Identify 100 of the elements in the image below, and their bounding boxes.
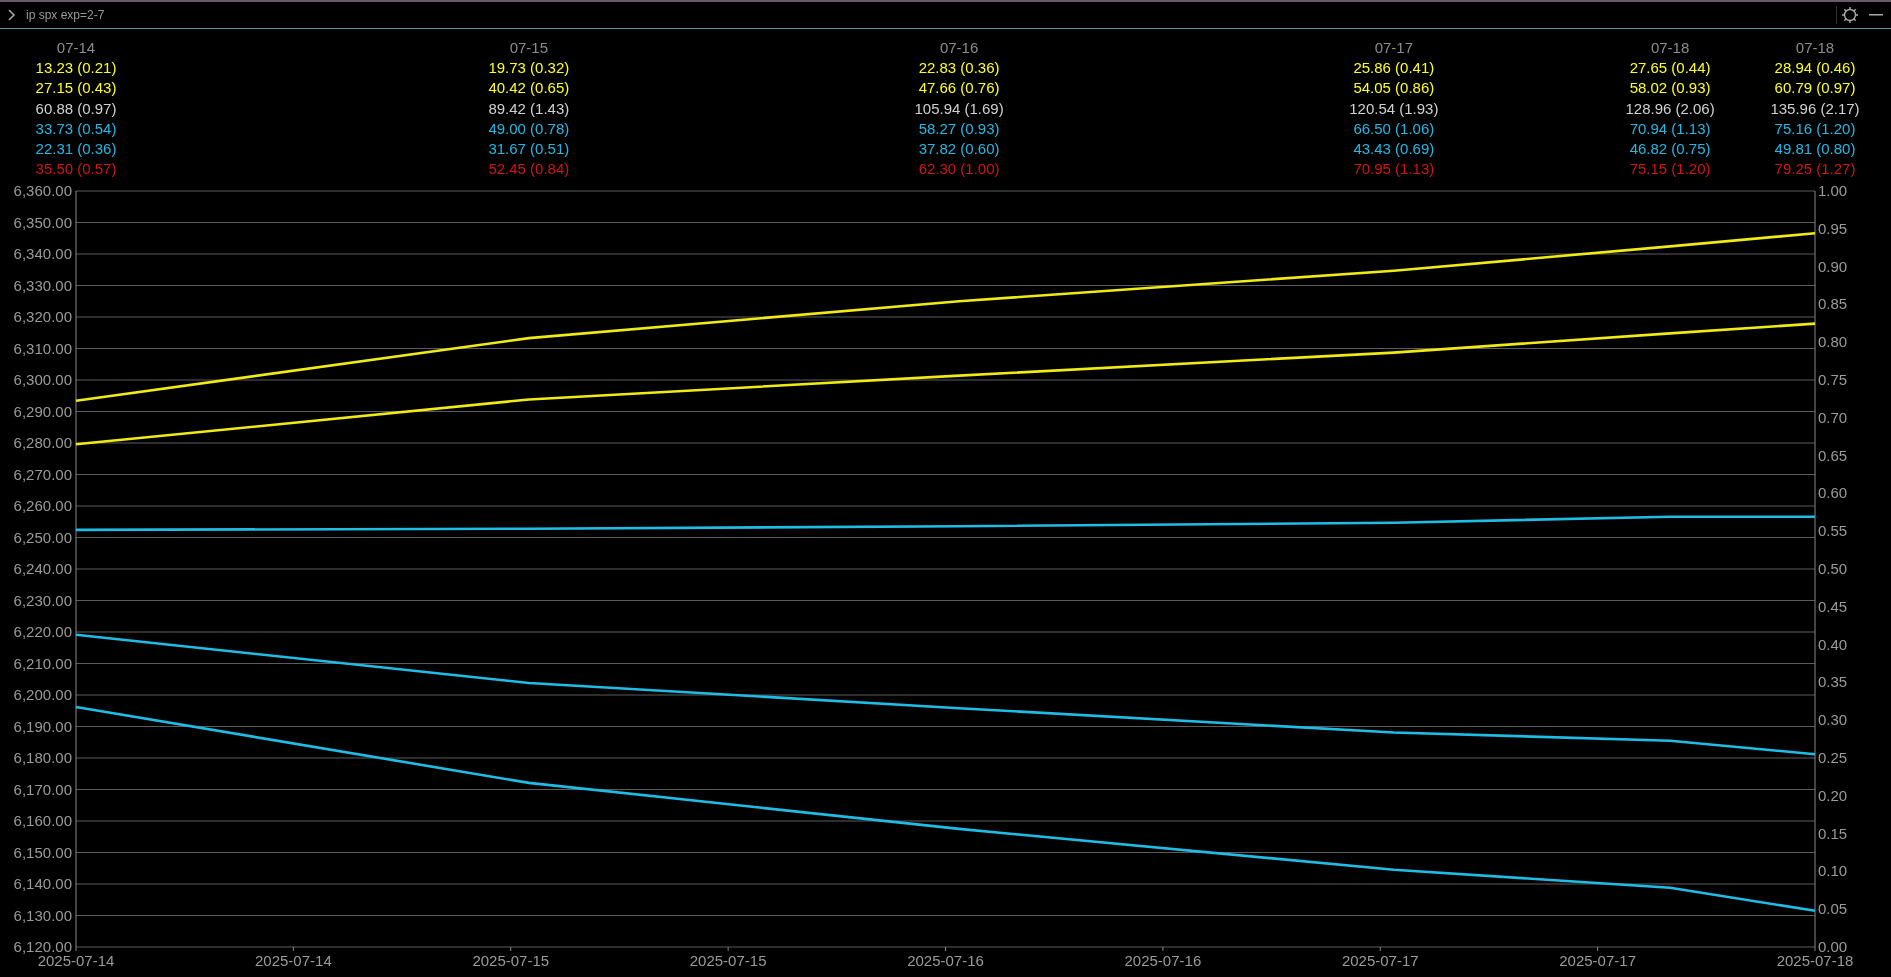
price-value: 135.96 (2.17) [1770, 98, 1860, 119]
y-axis-label: 6,210.00 [13, 654, 72, 672]
y-axis-label: 6,120.00 [13, 938, 72, 955]
y-axis-label: 6,160.00 [13, 812, 72, 829]
y-axis-label: 6,240.00 [13, 560, 72, 577]
price-value: 43.43 (0.69) [1353, 139, 1435, 160]
price-value: 58.02 (0.93) [1629, 78, 1711, 99]
x-axis-label: 2025-07-17 [1559, 952, 1636, 969]
price-value: 47.66 (0.76) [918, 78, 1000, 99]
price-value: 79.25 (1.27) [1774, 159, 1856, 180]
y-axis-label: 6,220.00 [13, 623, 72, 640]
price-value: 27.65 (0.44) [1629, 58, 1711, 78]
y-axis-label: 0.60 [1818, 484, 1848, 502]
command-text: ip spx exp=2-7 [26, 8, 105, 22]
price-value: 66.50 (1.06) [1353, 118, 1435, 139]
expiry-date: 07-15 [509, 38, 549, 58]
price-value: 40.42 (0.65) [488, 78, 570, 99]
price-value: 31.67 (0.51) [488, 139, 570, 160]
y-axis-label: 0.55 [1818, 522, 1848, 540]
price-value: 33.73 (0.54) [35, 118, 117, 139]
y-axis-label: 0.50 [1818, 560, 1848, 577]
y-axis-label: 6,330.00 [13, 276, 72, 294]
y-axis-label: 0.15 [1818, 824, 1848, 842]
x-axis-label: 2025-07-16 [1124, 952, 1202, 969]
y-axis-label: 6,170.00 [13, 780, 72, 798]
y-axis-label: 0.70 [1818, 408, 1848, 426]
y-axis-label: 0.75 [1818, 371, 1848, 388]
x-axis-label: 2025-07-17 [1341, 952, 1419, 969]
price-value: 54.05 (0.86) [1353, 78, 1435, 99]
y-axis-label: 0.00 [1818, 938, 1848, 955]
price-value: 37.82 (0.60) [918, 139, 1000, 160]
x-axis-label: 2025-07-14 [255, 952, 332, 969]
y-axis-label: 6,280.00 [13, 434, 72, 451]
minimize-icon[interactable] [1869, 14, 1883, 16]
y-axis-label: 0.90 [1818, 257, 1848, 275]
price-value: 75.15 (1.20) [1629, 159, 1711, 180]
y-axis-label: 0.35 [1818, 673, 1848, 691]
expiry-date: 07-18 [1650, 38, 1690, 58]
x-axis-label: 2025-07-14 [37, 952, 115, 969]
x-axis-label: 2025-07-15 [472, 952, 550, 969]
price-value: 60.88 (0.97) [35, 98, 117, 119]
price-value: 46.82 (0.75) [1629, 139, 1711, 160]
y-axis-label: 0.20 [1818, 786, 1848, 804]
price-value: 60.79 (0.97) [1774, 78, 1856, 99]
price-value: 70.95 (1.13) [1353, 159, 1435, 180]
y-axis-label: 6,200.00 [13, 686, 72, 703]
price-value: 25.86 (0.41) [1353, 58, 1435, 78]
x-axis-label: 2025-07-16 [907, 952, 984, 969]
y-axis-label: 6,260.00 [13, 497, 72, 514]
price-value: 62.30 (1.00) [918, 159, 1000, 180]
y-axis-label: 0.80 [1818, 333, 1848, 351]
price-value: 105.94 (1.69) [914, 98, 1004, 119]
y-axis-label: 6,140.00 [13, 875, 72, 892]
price-value: 58.27 (0.93) [918, 118, 1000, 139]
chevron-icon[interactable] [8, 9, 16, 21]
x-axis-label: 2025-07-18 [1776, 952, 1854, 969]
y-axis-label: 6,290.00 [13, 402, 72, 420]
y-axis-label: 0.10 [1818, 862, 1848, 880]
price-value: 22.31 (0.36) [35, 139, 117, 160]
y-axis-label: 6,320.00 [13, 308, 72, 325]
y-axis-label: 6,130.00 [13, 906, 72, 924]
y-axis-label: 6,340.00 [13, 245, 72, 262]
price-value: 22.83 (0.36) [918, 58, 1000, 78]
price-value: 35.50 (0.57) [35, 159, 117, 180]
expiry-date: 07-18 [1795, 38, 1835, 58]
expiry-date: 07-16 [939, 38, 979, 58]
price-value: 19.73 (0.32) [488, 58, 570, 78]
price-value: 128.96 (2.06) [1625, 98, 1715, 119]
price-value: 49.00 (0.78) [488, 118, 570, 139]
y-axis-label: 0.85 [1818, 295, 1848, 313]
y-axis-label: 0.25 [1818, 749, 1848, 766]
price-value: 49.81 (0.80) [1774, 139, 1856, 160]
y-axis-label: 6,310.00 [13, 339, 72, 357]
y-axis-label: 1.00 [1818, 182, 1848, 199]
expiry-date: 07-14 [56, 38, 96, 58]
y-axis-label: 6,180.00 [13, 749, 72, 766]
y-axis-label: 6,150.00 [13, 843, 72, 861]
y-axis-label: 0.40 [1818, 635, 1848, 653]
y-axis-label: 0.05 [1818, 900, 1848, 918]
price-value: 52.45 (0.84) [488, 159, 570, 180]
y-axis-label: 6,250.00 [13, 528, 72, 546]
expiry-date: 07-17 [1374, 38, 1413, 58]
y-axis-label: 6,350.00 [13, 213, 72, 231]
price-value: 13.23 (0.21) [35, 58, 117, 78]
y-axis-label: 6,360.00 [13, 182, 72, 199]
y-axis-label: 0.45 [1818, 597, 1848, 615]
price-value: 120.54 (1.93) [1349, 98, 1439, 119]
price-value: 89.42 (1.43) [488, 98, 570, 119]
price-value: 70.94 (1.13) [1629, 118, 1711, 139]
x-axis-label: 2025-07-15 [689, 952, 767, 969]
settings-icon[interactable] [1836, 6, 1859, 24]
y-axis-label: 6,190.00 [13, 717, 72, 735]
price-value: 75.16 (1.20) [1774, 118, 1856, 139]
y-axis-label: 0.95 [1818, 219, 1848, 237]
price-value: 27.15 (0.43) [35, 78, 117, 99]
y-axis-label: 6,270.00 [13, 465, 72, 483]
price-value: 28.94 (0.46) [1774, 58, 1856, 78]
y-axis-label: 6,300.00 [13, 371, 72, 388]
y-axis-label: 6,230.00 [13, 591, 72, 609]
y-axis-label: 0.65 [1818, 446, 1848, 464]
